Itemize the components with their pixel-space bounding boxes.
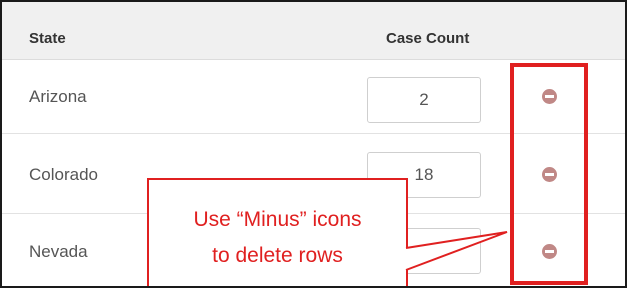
callout-pointer-arrow (404, 231, 508, 271)
screenshot-frame: State Case Count Arizona Colorado Nevada… (0, 0, 627, 288)
